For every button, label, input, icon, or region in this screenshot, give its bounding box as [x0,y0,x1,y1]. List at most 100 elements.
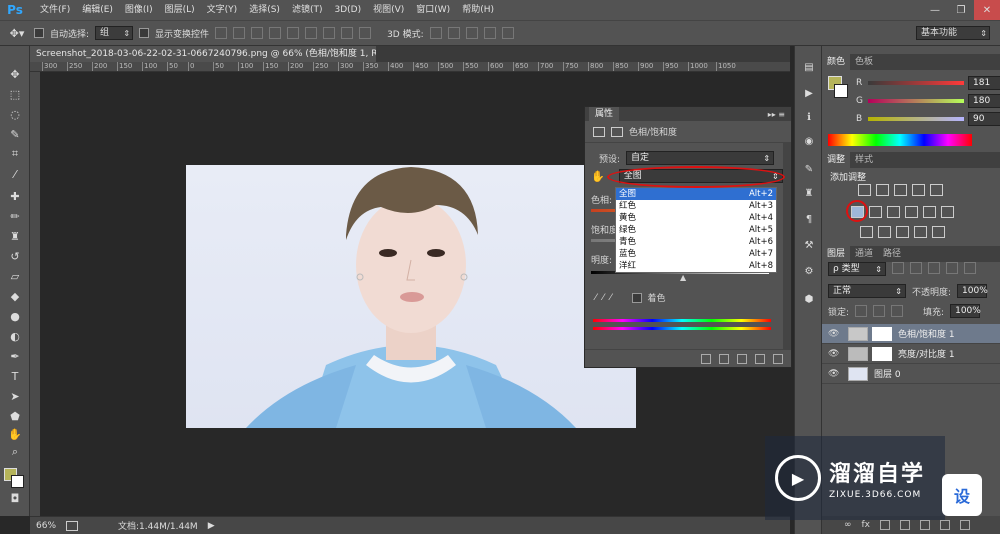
add-mask-icon[interactable] [880,520,890,530]
hand-tool-icon[interactable]: ✋ [5,426,25,442]
pen-tool-icon[interactable]: ✒ [5,348,25,364]
menu-3d[interactable]: 3D(D) [328,0,367,20]
eye-icon[interactable]: 👁 [828,329,842,339]
gradient-map-icon[interactable] [914,226,927,238]
eyedropper-minus-icon[interactable]: ⁄ [610,293,612,303]
zoom-level[interactable]: 66% [36,521,56,531]
tab-paths[interactable]: 路径 [878,246,906,262]
dropdown-option-reds[interactable]: 红色 Alt+3 [616,200,776,212]
styles-icon[interactable]: ⚙ [801,264,817,278]
distribute-icon[interactable] [323,27,336,39]
align-left-icon[interactable] [269,27,282,39]
menu-help[interactable]: 帮助(H) [456,0,500,20]
dropdown-option-cyans[interactable]: 青色 Alt+6 [616,236,776,248]
tool-presets-icon[interactable]: ⚒ [801,238,817,252]
b-value[interactable]: 90 [968,112,1000,126]
eyedropper-tool-icon[interactable]: ⁄ [5,166,25,182]
dropdown-option-yellows[interactable]: 黄色 Alt+4 [616,212,776,224]
g-value[interactable]: 180 [968,94,1000,108]
b-slider[interactable] [868,117,964,121]
3d-scale-icon[interactable] [501,27,514,39]
3d-roll-icon[interactable] [447,27,460,39]
r-slider[interactable] [868,81,964,85]
blur-tool-icon[interactable]: ● [5,308,25,324]
levels-icon[interactable] [876,184,889,196]
threshold-icon[interactable] [896,226,909,238]
layer-name[interactable]: 亮度/对比度 1 [898,347,955,360]
shape-tool-icon[interactable]: ⬟ [5,408,25,424]
color-spectrum[interactable] [828,134,972,146]
path-select-tool-icon[interactable]: ➤ [5,388,25,404]
layer-row[interactable]: 👁 亮度/对比度 1 [822,344,1000,364]
eyedropper-icon[interactable]: ⁄ [595,293,597,303]
menu-view[interactable]: 视图(V) [367,0,410,20]
brightness-icon[interactable] [858,184,871,196]
move-tool-icon[interactable]: ✥ [5,66,25,82]
align-bottom-icon[interactable] [251,27,264,39]
menu-window[interactable]: 窗口(W) [410,0,456,20]
dropdown-option-master[interactable]: 全图 Alt+2 [616,188,776,200]
lock-all-icon[interactable] [891,305,904,317]
filter-adjust-icon[interactable] [910,262,922,274]
selective-color-icon[interactable] [932,226,945,238]
dropdown-option-magentas[interactable]: 洋红 Alt+8 [616,260,776,272]
settings-button[interactable]: 设 [942,474,982,516]
vibrance-icon[interactable] [930,184,943,196]
zoom-tool-icon[interactable]: ⌕ [5,444,25,460]
layer-style-icon[interactable]: fx [862,520,871,530]
auto-align-icon[interactable] [359,27,372,39]
eraser-tool-icon[interactable]: ▱ [5,268,25,284]
clip-to-layer-icon[interactable] [701,353,711,364]
layer-mask-thumb[interactable] [872,346,892,361]
panel-menu-icon[interactable]: ▸▸ ≡ [768,110,785,119]
menu-file[interactable]: 文件(F) [34,0,76,20]
move-tool-icon[interactable]: ✥▾ [6,25,28,41]
menu-type[interactable]: 文字(Y) [201,0,244,20]
marquee-tool-icon[interactable]: ⬚ [5,86,25,102]
black-white-icon[interactable] [887,206,900,218]
g-slider[interactable] [868,99,964,103]
invert-icon[interactable] [860,226,873,238]
tab-channels[interactable]: 通道 [850,246,878,262]
clone-stamp-tool-icon[interactable]: ♜ [5,228,25,244]
photo-filter-icon[interactable] [905,206,918,218]
eye-icon[interactable]: 👁 [828,369,842,379]
quick-mask-icon[interactable]: ◘ [5,490,25,506]
healing-brush-tool-icon[interactable]: ✚ [5,188,25,204]
eye-icon[interactable]: 👁 [828,349,842,359]
dropdown-option-greens[interactable]: 绿色 Alt+5 [616,224,776,236]
adjust-panel-icon[interactable]: ◉ [801,134,817,148]
lasso-tool-icon[interactable]: ◌ [5,106,25,122]
exposure-icon[interactable] [912,184,925,196]
new-adjustment-icon[interactable] [900,520,910,530]
menu-filter[interactable]: 滤镜(T) [286,0,329,20]
crop-tool-icon[interactable]: ⌗ [5,146,25,162]
fill-value[interactable]: 100% [950,304,981,318]
minimize-button[interactable]: — [922,0,948,20]
background-color-swatch[interactable] [11,475,24,488]
paint-bucket-tool-icon[interactable]: ◆ [5,288,25,304]
menu-layer[interactable]: 图层(L) [159,0,201,20]
filter-pixel-icon[interactable] [892,262,904,274]
tab-color[interactable]: 颜色 [822,54,851,70]
filter-shape-icon[interactable] [946,262,958,274]
lock-position-icon[interactable] [873,305,886,317]
align-top-icon[interactable] [215,27,228,39]
show-transform-checkbox[interactable] [139,28,150,38]
align-middle-icon[interactable] [233,27,246,39]
colorize-checkbox[interactable] [631,292,642,303]
brush-presets-icon[interactable]: ✎ [801,162,817,176]
layer-name[interactable]: 图层 0 [874,367,901,380]
auto-select-checkbox[interactable] [34,28,44,38]
3d-pan-icon[interactable] [465,27,478,39]
paragraph-icon[interactable]: ¶ [801,212,817,226]
eyedropper-plus-icon[interactable]: ⁄ [603,293,605,303]
layer-filter-dropdown[interactable]: ρ 类型 [828,262,886,276]
filter-smart-icon[interactable] [964,262,976,274]
3d-slide-icon[interactable] [483,27,496,39]
posterize-icon[interactable] [878,226,891,238]
reset-icon[interactable] [737,353,747,364]
auto-select-dropdown[interactable]: 组 [95,26,134,40]
dropdown-option-blues[interactable]: 蓝色 Alt+7 [616,248,776,260]
restore-button[interactable]: ❐ [948,0,974,20]
